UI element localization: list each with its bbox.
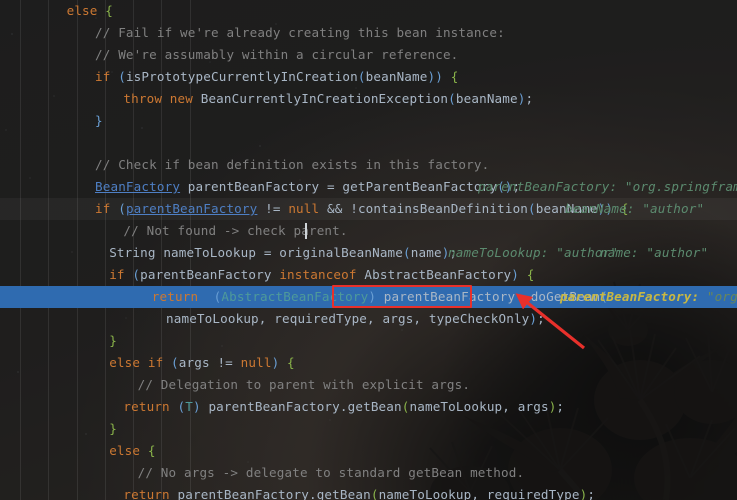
code-token: if: [95, 69, 119, 84]
code-token: }: [109, 333, 117, 348]
text-caret: [305, 223, 307, 239]
code-line[interactable]: // We're assumably within a circular ref…: [0, 44, 737, 66]
code-token: // Delegation to parent with explicit ar…: [137, 377, 471, 392]
code-token: ;: [587, 487, 596, 500]
editor-text-area[interactable]: else { // Fail if we're already creating …: [0, 0, 737, 500]
code-token: parentBeanFactory: [140, 267, 280, 282]
code-token: // Check if bean definition exists in th…: [95, 157, 490, 172]
code-token: {: [526, 267, 535, 282]
code-token: {: [450, 69, 459, 84]
code-token: null: [240, 355, 272, 370]
code-line[interactable]: }: [0, 330, 737, 352]
code-token: }: [95, 113, 103, 128]
inline-hint-value: "author": [646, 245, 709, 260]
code-token: nameToLookup, args: [409, 399, 549, 414]
code-token: if: [109, 267, 133, 282]
code-token: (: [171, 355, 179, 370]
code-editor-window[interactable]: else { // Fail if we're already creating …: [0, 0, 737, 500]
code-token: {: [105, 3, 113, 18]
code-token: beanName: [455, 91, 518, 106]
code-token: nameToLookup, requiredType: [378, 487, 580, 500]
code-line[interactable]: return parentBeanFactory.getBean(nameToL…: [0, 484, 737, 500]
inline-debug-hint: beanName: "author": [0, 198, 737, 220]
code-token: (: [357, 69, 366, 84]
code-line[interactable]: else {: [0, 0, 737, 22]
code-token: isPrototypeCurrentlyInCreation: [125, 69, 358, 84]
code-token: T: [185, 399, 193, 414]
inline-debug-hint: parentBeanFactory: "org.sp: [0, 286, 737, 308]
code-token: AbstractBeanFactory: [356, 267, 512, 282]
inline-hint-value: "org.sp: [706, 289, 737, 304]
code-token: throw new: [123, 91, 201, 106]
code-token: (: [401, 399, 410, 414]
code-token: parentBeanFactory.getBean: [177, 487, 371, 500]
code-line[interactable]: return (T) parentBeanFactory.getBean(nam…: [0, 396, 737, 418]
code-token: )): [427, 69, 443, 84]
code-token: (: [118, 69, 126, 84]
code-line[interactable]: // No args -> delegate to standard getBe…: [0, 462, 737, 484]
code-token: instanceof: [279, 267, 357, 282]
code-token: return: [123, 399, 178, 414]
code-line[interactable]: throw new BeanCurrentlyInCreationExcepti…: [0, 88, 737, 110]
code-token: else if: [109, 355, 172, 370]
code-token: ;: [525, 91, 534, 106]
code-token: args !=: [178, 355, 241, 370]
inline-hint-name: parentBeanFactory:: [478, 179, 625, 194]
inline-hint-name: beanName:: [565, 201, 643, 216]
code-token: ): [529, 311, 538, 326]
code-line[interactable]: // Delegation to parent with explicit ar…: [0, 374, 737, 396]
code-token: ): [511, 267, 520, 282]
code-token: (: [370, 487, 379, 500]
code-token: (: [448, 91, 456, 106]
code-line[interactable]: }: [0, 110, 737, 132]
code-token: ;: [556, 399, 565, 414]
code-line[interactable]: if (isPrototypeCurrentlyInCreation(beanN…: [0, 66, 737, 88]
code-line[interactable]: // Not found -> check parent.: [0, 220, 737, 242]
code-token: {: [287, 355, 295, 370]
code-token: ): [192, 399, 201, 414]
inline-hint-name: name:: [600, 245, 647, 260]
code-token: parentBeanFactory.getBean: [200, 399, 402, 414]
code-token: nameToLookup, requiredType, args, typeCh…: [166, 311, 530, 326]
code-token: BeanCurrentlyInCreationException: [200, 91, 449, 106]
code-token: // We're assumably within a circular ref…: [95, 47, 459, 62]
inline-hint-name: parentBeanFactory:: [560, 289, 707, 304]
code-token: // Fail if we're already creating this b…: [95, 25, 505, 40]
inline-debug-hint: parentBeanFactory: "org.springframewor: [0, 176, 737, 198]
inline-hint-value: "author": [642, 201, 705, 216]
code-line[interactable]: // Fail if we're already creating this b…: [0, 22, 737, 44]
code-token: }: [109, 421, 117, 436]
code-token: (: [132, 267, 141, 282]
code-token: else: [109, 443, 148, 458]
code-line[interactable]: // Check if bean definition exists in th…: [0, 154, 737, 176]
code-line[interactable]: if (parentBeanFactory instanceof Abstrac…: [0, 264, 737, 286]
code-token: beanName: [365, 69, 428, 84]
code-token: return: [123, 487, 178, 500]
code-line[interactable]: [0, 132, 737, 154]
code-line[interactable]: else if (args != null) {: [0, 352, 737, 374]
code-token: {: [147, 443, 156, 458]
code-token: // No args -> delegate to standard getBe…: [137, 465, 525, 480]
code-line[interactable]: else {: [0, 440, 737, 462]
code-line[interactable]: nameToLookup, requiredType, args, typeCh…: [0, 308, 737, 330]
inline-debug-hint: name: "author": [0, 242, 737, 264]
code-token: ;: [537, 311, 545, 326]
inline-hint-value: "org.springframewor: [624, 179, 737, 194]
code-line[interactable]: }: [0, 418, 737, 440]
code-token: else: [66, 3, 106, 18]
code-token: // Not found -> check parent.: [123, 223, 348, 238]
